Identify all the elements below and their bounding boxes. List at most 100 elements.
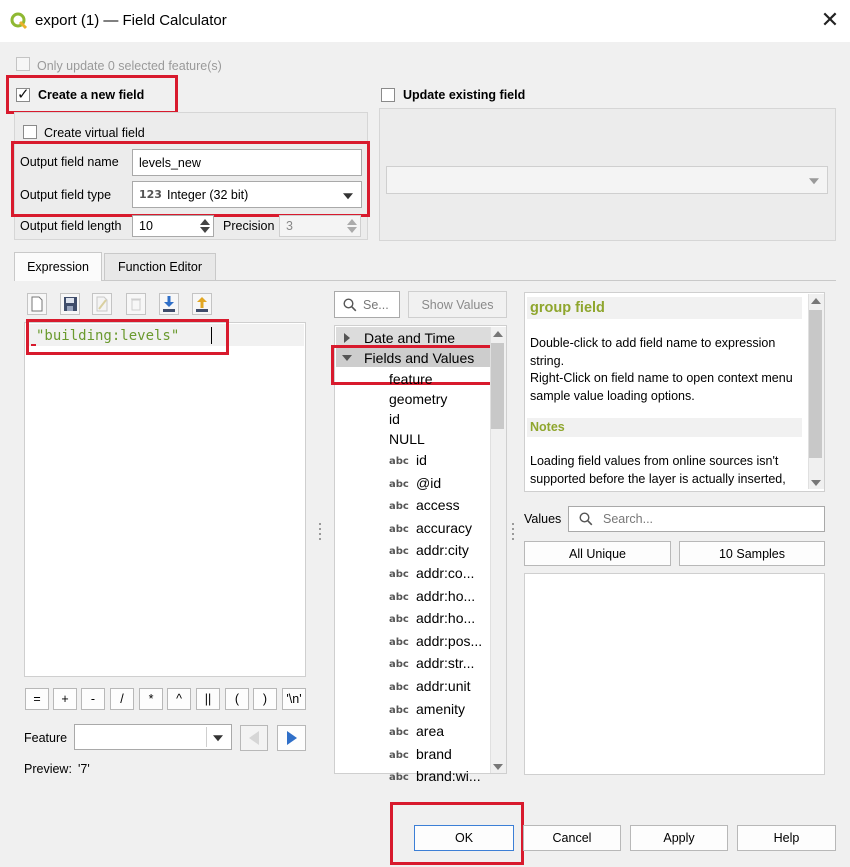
scroll-down-icon[interactable] (811, 480, 821, 486)
output-name-label: Output field name (20, 155, 119, 169)
expression-editor[interactable] (24, 322, 306, 677)
apply-button[interactable]: Apply (630, 825, 728, 851)
tree-group-date-time[interactable]: Date and Time (364, 330, 455, 346)
tree-field-item[interactable]: brand:wi... (416, 768, 481, 784)
tree-field-item[interactable]: addr:ho... (416, 610, 475, 626)
precision-label: Precision (223, 219, 275, 233)
operator-newline-button[interactable]: '\n' (282, 688, 306, 710)
tree-item-geometry[interactable]: geometry (389, 391, 447, 407)
function-search-input[interactable]: Se... (334, 291, 400, 318)
update-existing-label[interactable]: Update existing field (403, 88, 525, 102)
previous-feature-button (240, 725, 268, 751)
export-icon[interactable] (192, 293, 212, 315)
tab-function-editor[interactable]: Function Editor (104, 253, 216, 280)
tree-field-item[interactable]: addr:str... (416, 655, 474, 671)
create-virtual-label[interactable]: Create virtual field (44, 126, 145, 140)
new-file-icon[interactable] (27, 293, 47, 315)
string-field-icon: abc (389, 636, 409, 648)
cancel-button[interactable]: Cancel (523, 825, 621, 851)
operator-divide-button[interactable]: / (110, 688, 134, 710)
help-button[interactable]: Help (737, 825, 836, 851)
show-values-button: Show Values (408, 291, 507, 318)
values-list[interactable] (524, 573, 825, 775)
preview-value: '7' (78, 762, 90, 776)
all-unique-button[interactable]: All Unique (524, 541, 671, 566)
scroll-up-icon[interactable] (811, 298, 821, 304)
scroll-down-icon[interactable] (493, 764, 503, 770)
output-name-input[interactable]: levels_new (132, 149, 362, 176)
tab-active-joint (15, 280, 101, 281)
scroll-up-icon[interactable] (493, 331, 503, 337)
string-field-icon: abc (389, 591, 409, 603)
create-virtual-checkbox[interactable] (23, 125, 37, 139)
tree-field-item[interactable]: addr:pos... (416, 633, 482, 649)
ten-samples-button[interactable]: 10 Samples (679, 541, 825, 566)
output-type-combo[interactable]: 123 Integer (32 bit) (132, 181, 362, 208)
values-label: Values (524, 512, 562, 526)
tree-field-item[interactable]: amenity (416, 701, 465, 717)
expression-text[interactable]: "building:levels" (36, 328, 179, 344)
import-icon[interactable] (159, 293, 179, 315)
help-title: group field (530, 300, 605, 316)
string-field-icon: abc (389, 772, 409, 784)
only-update-checkbox (16, 57, 30, 71)
help-line-1: Double-click to add field name to expres… (530, 336, 776, 368)
tree-group-fields-values[interactable]: Fields and Values (364, 350, 474, 366)
edit-icon (92, 293, 112, 315)
values-search-input[interactable]: Search... (568, 506, 825, 532)
splitter-handle-left[interactable] (319, 523, 321, 543)
tree-field-item[interactable]: id (416, 452, 427, 468)
tab-expression[interactable]: Expression (14, 252, 102, 280)
only-update-label: Only update 0 selected feature(s) (37, 59, 222, 73)
tree-item-null[interactable]: NULL (389, 431, 425, 447)
operator-concat-button[interactable]: || (196, 688, 220, 710)
string-field-icon: abc (389, 659, 409, 671)
create-new-field-checkbox[interactable]: ✓ (16, 87, 30, 102)
chevron-down-icon[interactable] (342, 355, 352, 361)
output-length-spinbox[interactable]: 10 (132, 215, 214, 237)
next-feature-button[interactable] (277, 725, 306, 751)
tree-field-item[interactable]: addr:city (416, 542, 469, 558)
tree-field-item[interactable]: area (416, 723, 444, 739)
tree-field-item[interactable]: accuracy (416, 520, 472, 536)
chevron-right-icon[interactable] (344, 333, 350, 343)
text-cursor (211, 327, 212, 344)
string-field-icon: abc (389, 546, 409, 558)
spin-arrows-icon[interactable] (199, 218, 211, 234)
create-new-field-label[interactable]: Create a new field (38, 88, 144, 102)
ok-button[interactable]: OK (414, 825, 514, 851)
chevron-down-icon (809, 178, 819, 185)
tree-field-item[interactable]: brand (416, 746, 452, 762)
tree-field-item[interactable]: access (416, 497, 460, 513)
triangle-right-icon (286, 731, 297, 745)
operator-power-button[interactable]: ^ (167, 688, 191, 710)
precision-spinbox: 3 (279, 215, 361, 237)
window-title: export (1) — Field Calculator (35, 12, 227, 29)
help-scroll-thumb[interactable] (809, 310, 822, 458)
tree-scroll-thumb[interactable] (491, 343, 504, 429)
tree-field-item[interactable]: addr:unit (416, 678, 470, 694)
help-notes-text: Loading field values from online sources… (530, 454, 786, 486)
operator-equals-button[interactable]: = (25, 688, 49, 710)
operator-plus-button[interactable]: + (53, 688, 77, 710)
tree-item-feature[interactable]: feature (389, 371, 433, 387)
operator-multiply-button[interactable]: * (139, 688, 163, 710)
update-existing-checkbox[interactable] (381, 88, 395, 102)
qgis-logo-icon (10, 12, 28, 30)
feature-combo[interactable] (74, 724, 232, 750)
tree-item-id[interactable]: id (389, 411, 400, 427)
tree-field-item[interactable]: @id (416, 475, 441, 491)
string-field-icon: abc (389, 569, 409, 580)
tree-field-item[interactable]: addr:ho... (416, 588, 475, 604)
tree-field-item[interactable]: addr:co... (416, 565, 474, 581)
tab-divider (14, 280, 836, 281)
close-icon[interactable]: ✕ (818, 8, 842, 32)
operator-minus-button[interactable]: - (81, 688, 105, 710)
chevron-down-icon (343, 192, 353, 199)
operator-open-paren-button[interactable]: ( (225, 688, 249, 710)
operator-close-paren-button[interactable]: ) (253, 688, 277, 710)
search-icon (343, 297, 357, 311)
chevron-down-icon (213, 735, 223, 742)
splitter-handle-right[interactable] (512, 523, 514, 543)
save-icon[interactable] (60, 293, 80, 315)
